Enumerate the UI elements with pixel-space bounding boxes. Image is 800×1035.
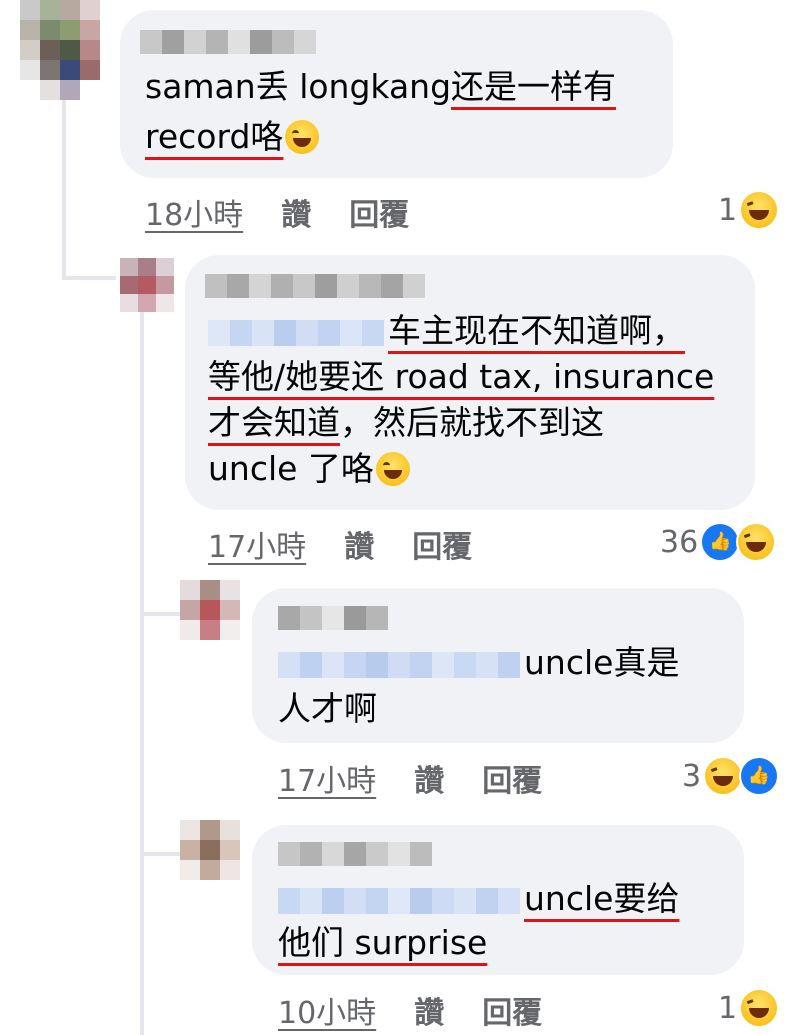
commenter-name[interactable] bbox=[140, 30, 316, 54]
comment-text-underlined: 等他/她要还 road tax, insurance bbox=[208, 357, 715, 396]
comment-text: 才会知道，然后就找不到这 bbox=[208, 400, 604, 446]
comment-actions: 17小時 讚 回覆 bbox=[208, 522, 510, 566]
comment-text-plain: 人才啊 bbox=[278, 689, 377, 728]
commenter-name[interactable] bbox=[278, 842, 432, 866]
avatar[interactable] bbox=[180, 580, 240, 640]
comment-text-plain: ，然后就找不到这 bbox=[340, 403, 604, 442]
comment-text: 车主现在不知道啊， bbox=[208, 308, 685, 354]
haha-reaction-icon bbox=[736, 522, 777, 562]
comment-text: 他们 surprise bbox=[278, 920, 487, 966]
comment-text: record咯 bbox=[145, 114, 320, 160]
mention-tag[interactable] bbox=[208, 319, 384, 346]
avatar[interactable] bbox=[180, 820, 240, 880]
reaction-summary[interactable]: 36 bbox=[660, 522, 777, 562]
reaction-summary[interactable]: 1 bbox=[718, 988, 780, 1028]
timestamp-link[interactable]: 10小時 bbox=[278, 988, 376, 1032]
reply-button[interactable]: 回覆 bbox=[349, 190, 409, 234]
thread-line bbox=[140, 612, 180, 616]
reply-button[interactable]: 回覆 bbox=[482, 756, 542, 800]
haha-reaction-icon bbox=[739, 190, 780, 230]
timestamp-link[interactable]: 18小時 bbox=[145, 190, 243, 234]
comment-text-underlined: 他们 surprise bbox=[278, 923, 488, 962]
thread-line bbox=[62, 100, 66, 280]
comment-actions: 18小時 讚 回覆 bbox=[145, 190, 447, 234]
like-reaction-icon bbox=[700, 522, 741, 562]
comment-text-underlined: record咯 bbox=[145, 117, 284, 156]
comment-actions: 17小時 讚 回覆 bbox=[278, 756, 580, 800]
comment-text-underlined: 才会知道 bbox=[208, 403, 340, 442]
comment-text: uncle要给 bbox=[278, 876, 679, 922]
haha-reaction-icon bbox=[739, 988, 780, 1028]
reply-button[interactable]: 回覆 bbox=[412, 522, 472, 566]
comment-text-underlined: 车主现在不知道啊， bbox=[388, 311, 685, 350]
mention-tag[interactable] bbox=[278, 887, 520, 914]
timestamp-link[interactable]: 17小時 bbox=[278, 756, 376, 800]
comment-text: 等他/她要还 road tax, insurance bbox=[208, 354, 714, 400]
comment-text-plain: uncle真是 bbox=[524, 643, 680, 682]
haha-reaction-icon bbox=[703, 756, 744, 796]
avatar[interactable] bbox=[120, 258, 174, 312]
like-button[interactable]: 讚 bbox=[414, 988, 444, 1032]
comment-text-underlined: 还是一样有 bbox=[451, 67, 617, 106]
thread-line bbox=[140, 310, 144, 1035]
grinning-sweat-emoji bbox=[285, 120, 320, 154]
like-reaction-icon bbox=[739, 756, 780, 796]
commenter-name[interactable] bbox=[278, 606, 388, 630]
comment-text-plain: saman丢 longkang bbox=[145, 67, 452, 106]
comment-actions: 10小時 讚 回覆 bbox=[278, 988, 580, 1032]
commenter-name[interactable] bbox=[205, 274, 425, 298]
thread-line bbox=[62, 276, 116, 280]
reaction-count: 3 bbox=[682, 758, 702, 794]
reaction-count: 1 bbox=[718, 990, 738, 1026]
reply-button[interactable]: 回覆 bbox=[482, 988, 542, 1032]
comment-text: uncle真是 bbox=[278, 640, 679, 686]
comment-text-plain: uncle 了咯 bbox=[208, 449, 374, 488]
timestamp-link[interactable]: 17小時 bbox=[208, 522, 306, 566]
comment-text-underlined: uncle要给 bbox=[524, 879, 680, 918]
reaction-count: 36 bbox=[660, 524, 699, 560]
reaction-summary[interactable]: 3 bbox=[682, 756, 780, 796]
like-button[interactable]: 讚 bbox=[414, 756, 444, 800]
like-button[interactable]: 讚 bbox=[281, 190, 311, 234]
reaction-summary[interactable]: 1 bbox=[718, 190, 780, 230]
reaction-count: 1 bbox=[718, 192, 738, 228]
mention-tag[interactable] bbox=[278, 651, 520, 678]
thread-line bbox=[140, 852, 180, 856]
comment-text: 人才啊 bbox=[278, 686, 377, 732]
like-button[interactable]: 讚 bbox=[344, 522, 374, 566]
comment-text: saman丢 longkang还是一样有 bbox=[145, 64, 616, 110]
comment-text: uncle 了咯 bbox=[208, 446, 410, 492]
avatar[interactable] bbox=[20, 0, 100, 100]
grinning-squinting-emoji bbox=[375, 452, 410, 486]
